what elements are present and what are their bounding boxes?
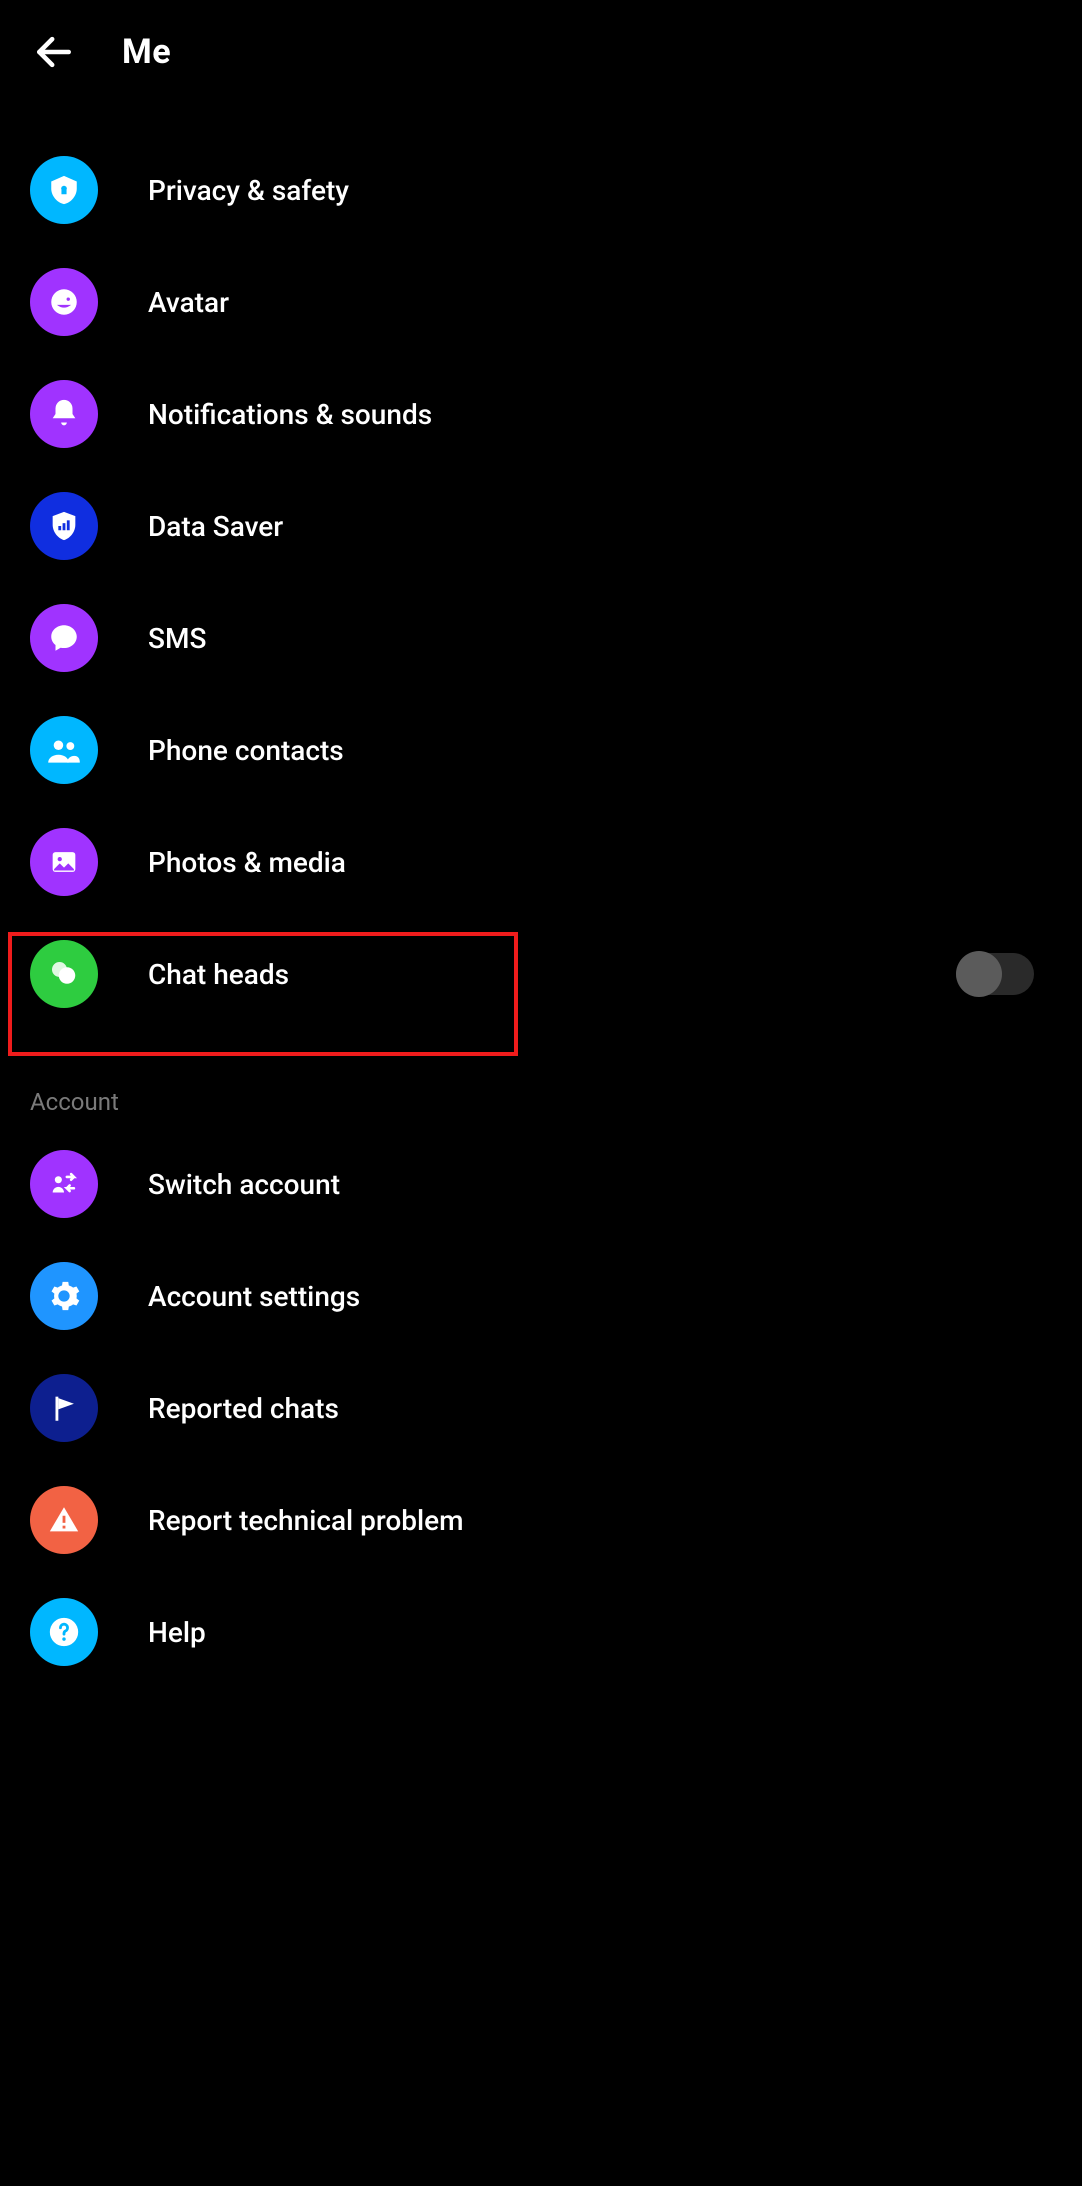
settings-list: Privacy & safety Avatar Notifications & … — [0, 104, 1082, 1688]
item-label: Chat heads — [148, 958, 289, 991]
help-icon — [30, 1598, 98, 1666]
item-account-settings[interactable]: Account settings — [0, 1240, 1082, 1352]
item-label: Help — [148, 1616, 206, 1649]
item-label: Reported chats — [148, 1392, 339, 1425]
item-data-saver[interactable]: Data Saver — [0, 470, 1082, 582]
item-label: Switch account — [148, 1168, 340, 1201]
item-label: Notifications & sounds — [148, 398, 432, 431]
switch-account-icon — [30, 1150, 98, 1218]
item-privacy-safety[interactable]: Privacy & safety — [0, 134, 1082, 246]
contacts-icon — [30, 716, 98, 784]
item-label: Privacy & safety — [148, 174, 349, 207]
item-label: Phone contacts — [148, 734, 344, 767]
item-reported-chats[interactable]: Reported chats — [0, 1352, 1082, 1464]
item-label: Avatar — [148, 286, 229, 319]
item-help[interactable]: Help — [0, 1576, 1082, 1688]
item-notifications[interactable]: Notifications & sounds — [0, 358, 1082, 470]
item-sms[interactable]: SMS — [0, 582, 1082, 694]
item-label: Account settings — [148, 1280, 360, 1313]
toggle-knob — [956, 951, 1002, 997]
warning-icon — [30, 1486, 98, 1554]
flag-icon — [30, 1374, 98, 1442]
back-arrow-icon — [32, 30, 76, 74]
page-title: Me — [122, 32, 171, 72]
item-chat-heads[interactable]: Chat heads — [0, 918, 1082, 1030]
item-avatar[interactable]: Avatar — [0, 246, 1082, 358]
image-icon — [30, 828, 98, 896]
avatar-icon — [30, 268, 98, 336]
bell-icon — [30, 380, 98, 448]
item-switch-account[interactable]: Switch account — [0, 1128, 1082, 1240]
item-label: Data Saver — [148, 510, 283, 543]
back-button[interactable] — [30, 28, 78, 76]
privacy-icon — [30, 156, 98, 224]
gear-icon — [30, 1262, 98, 1330]
item-photos-media[interactable]: Photos & media — [0, 806, 1082, 918]
header: Me — [0, 0, 1082, 104]
shield-data-icon — [30, 492, 98, 560]
chat-heads-icon — [30, 940, 98, 1008]
item-phone-contacts[interactable]: Phone contacts — [0, 694, 1082, 806]
item-label: Report technical problem — [148, 1504, 464, 1537]
chat-bubble-icon — [30, 604, 98, 672]
item-label: Photos & media — [148, 846, 346, 879]
item-label: SMS — [148, 622, 206, 655]
section-account-label: Account — [0, 1030, 1082, 1128]
chat-heads-toggle[interactable] — [956, 953, 1034, 995]
item-report-problem[interactable]: Report technical problem — [0, 1464, 1082, 1576]
